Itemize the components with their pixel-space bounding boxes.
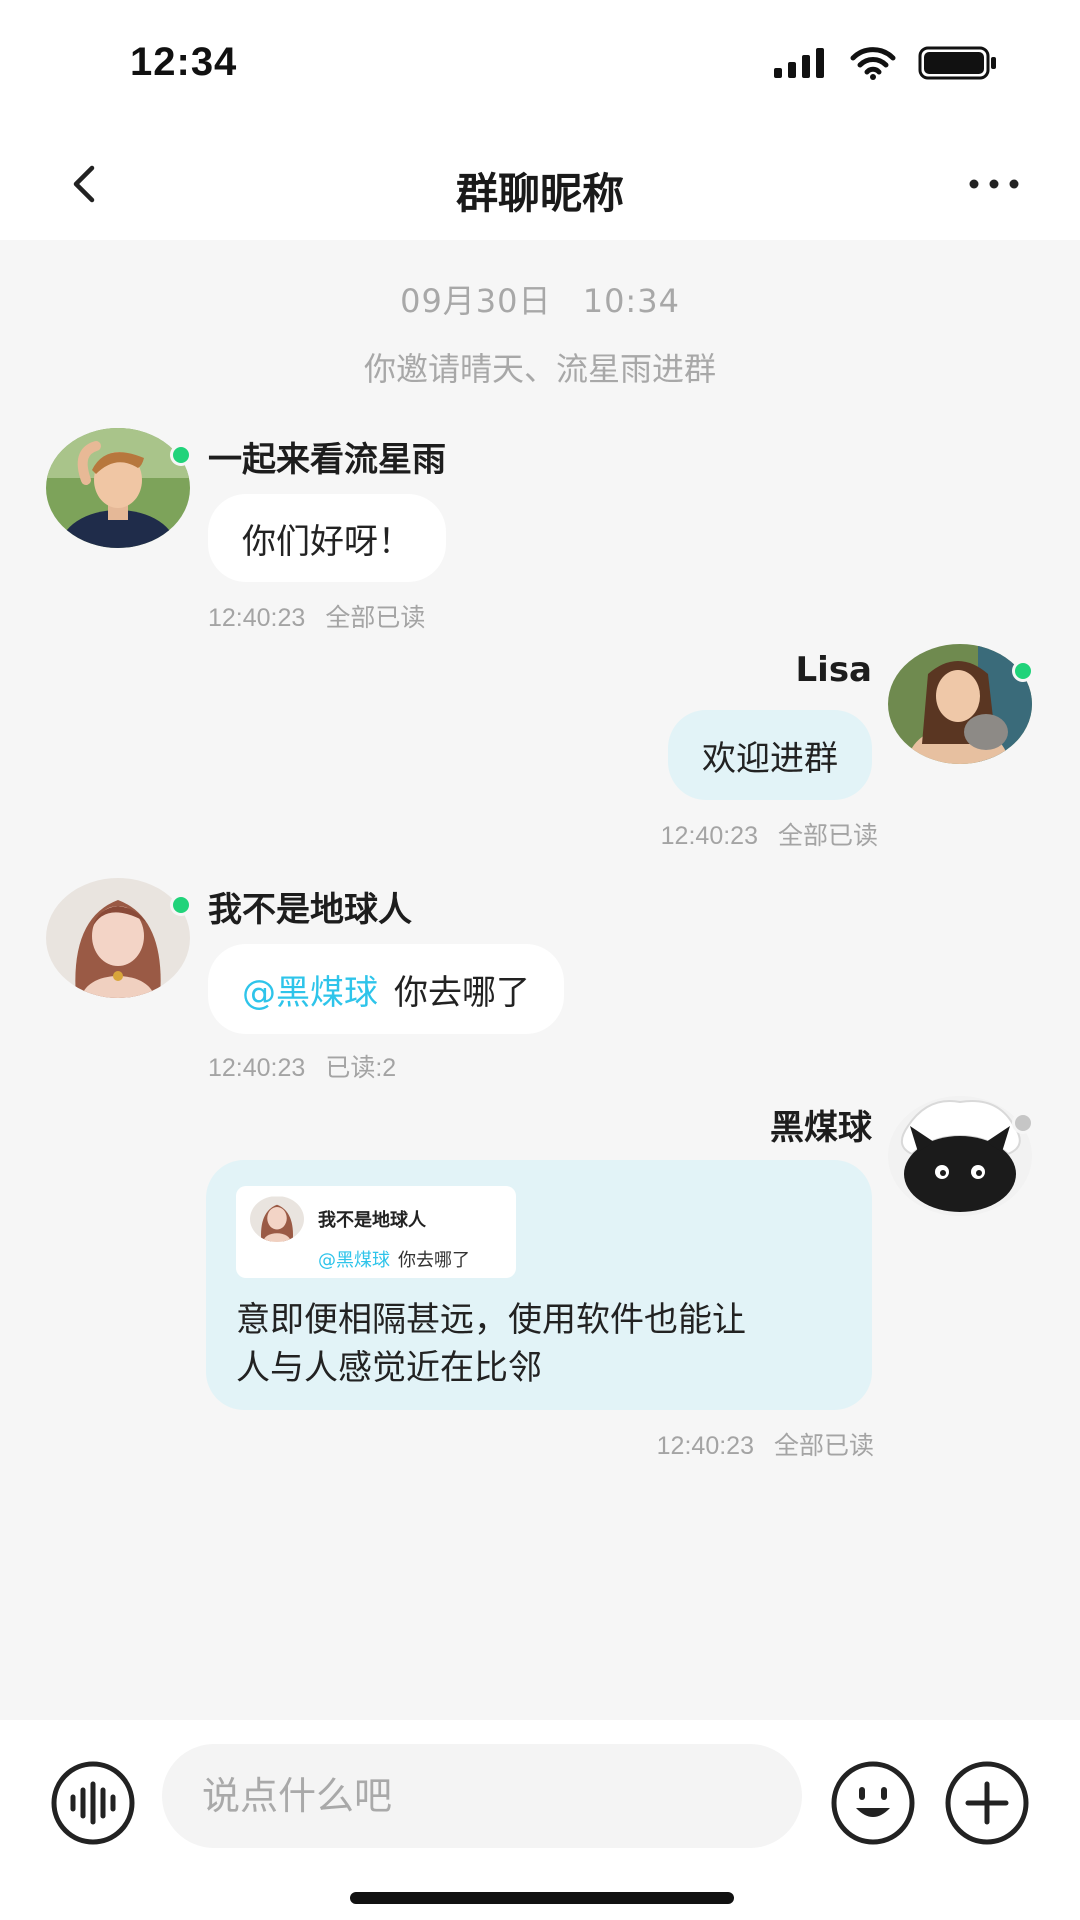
sender-name: 一起来看流星雨 xyxy=(208,440,446,480)
message-meta: 12:40:23 全部已读 xyxy=(657,1426,874,1462)
status-time: 12:34 xyxy=(130,40,238,84)
quoted-text: @黑煤球 你去哪了 xyxy=(318,1246,470,1272)
input-bar xyxy=(0,1720,1080,1920)
read-status: 全部已读 xyxy=(773,1432,874,1460)
quoted-avatar xyxy=(250,1196,304,1242)
status-icons xyxy=(774,46,998,80)
wifi-icon xyxy=(850,47,896,80)
chat-screen: 12:34 群聊昵称 09月30日 10:34 你邀请晴天、流星雨进群 一起来看… xyxy=(0,0,1080,1920)
system-notice: 你邀请晴天、流星雨进群 xyxy=(363,350,716,388)
message-meta: 12:40:23 全部已读 xyxy=(208,598,425,634)
message-meta: 12:40:23 全部已读 xyxy=(661,816,878,852)
message-time: 12:40:23 xyxy=(208,1054,306,1082)
message-text: 你们好呀！ xyxy=(242,521,412,562)
message-text-line: 人与人感觉近在比邻 xyxy=(236,1348,542,1388)
quoted-message[interactable]: 我不是地球人 @黑煤球 你去哪了 xyxy=(236,1186,516,1278)
emoji-icon[interactable] xyxy=(830,1760,916,1846)
message-text: 你去哪了 xyxy=(394,972,530,1013)
avatar[interactable] xyxy=(888,1096,1034,1216)
more-icon[interactable] xyxy=(964,164,1024,204)
battery-icon xyxy=(918,46,996,80)
message-bubble[interactable]: @黑煤球 你去哪了 xyxy=(208,944,564,1034)
online-indicator xyxy=(170,894,192,916)
online-indicator xyxy=(1012,660,1034,682)
plus-icon[interactable] xyxy=(944,1760,1030,1846)
status-bar: 12:34 xyxy=(0,0,1080,124)
message-text: 意即便相隔甚远，使用软件也能让 人与人感觉近在比邻 xyxy=(236,1296,856,1392)
online-indicator xyxy=(170,444,192,466)
system-timestamp: 09月30日 10:34 xyxy=(0,276,1080,322)
message-time: 12:40:23 xyxy=(656,1432,754,1460)
quoted-message-text: 你去哪了 xyxy=(398,1250,470,1271)
nav-bar: 群聊昵称 xyxy=(0,124,1080,240)
avatar[interactable] xyxy=(46,428,192,548)
sender-name: 我不是地球人 xyxy=(208,890,412,930)
sender-name: 黑煤球 xyxy=(770,1108,872,1148)
system-date: 09月30日 xyxy=(400,282,552,320)
sender-name: Lisa xyxy=(795,650,873,690)
read-status: 全部已读 xyxy=(777,822,878,850)
avatar[interactable] xyxy=(46,878,192,998)
message-list[interactable]: 09月30日 10:34 你邀请晴天、流星雨进群 一起来看流星雨 你们好呀！ 1… xyxy=(0,240,1080,1720)
message-meta: 12:40:23 已读:2 xyxy=(208,1048,396,1084)
message-bubble[interactable]: 我不是地球人 @黑煤球 你去哪了 意即便相隔甚远，使用软件也能让 人与人感觉近在比… xyxy=(206,1160,872,1410)
system-time: 10:34 xyxy=(582,282,680,320)
signal-icon xyxy=(774,48,824,78)
page-title: 群聊昵称 xyxy=(455,169,624,218)
quoted-sender: 我不是地球人 xyxy=(318,1210,426,1231)
message-time: 12:40:23 xyxy=(660,822,758,850)
voice-icon[interactable] xyxy=(50,1760,136,1846)
read-status: 已读:2 xyxy=(325,1054,397,1082)
home-indicator[interactable] xyxy=(350,1892,734,1904)
quoted-mention: @黑煤球 xyxy=(318,1250,390,1271)
offline-indicator xyxy=(1012,1112,1034,1134)
message-bubble[interactable]: 欢迎进群 xyxy=(668,710,872,800)
avatar[interactable] xyxy=(888,644,1034,764)
message-text-line: 意即便相隔甚远，使用软件也能让 xyxy=(236,1300,746,1340)
message-bubble[interactable]: 你们好呀！ xyxy=(208,494,446,582)
message-time: 12:40:23 xyxy=(208,604,306,632)
mention[interactable]: @黑煤球 xyxy=(242,965,378,1014)
message-text: 欢迎进群 xyxy=(702,738,838,779)
message-input[interactable] xyxy=(162,1744,802,1848)
read-status: 全部已读 xyxy=(325,604,426,632)
